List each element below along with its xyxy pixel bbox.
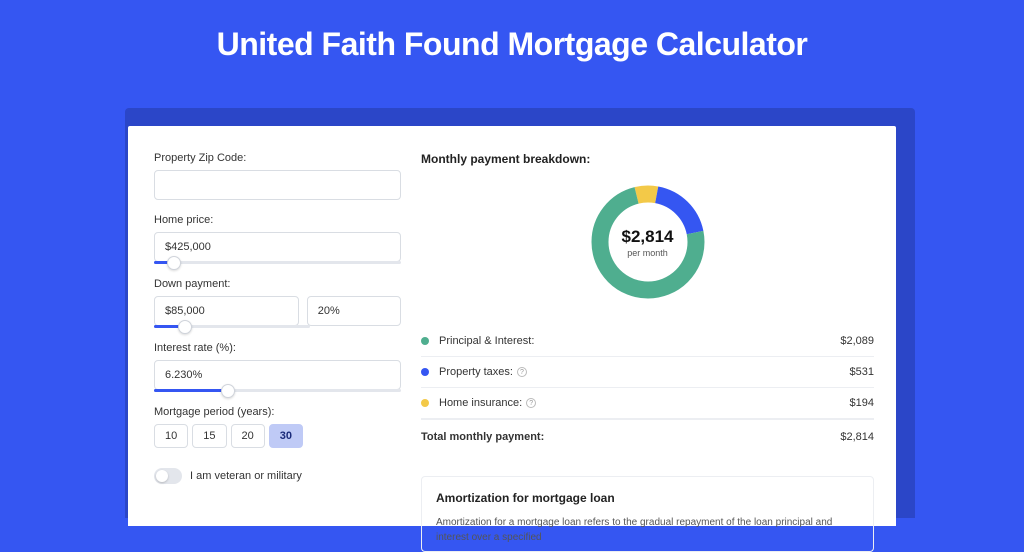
price-input[interactable]	[154, 232, 401, 262]
legend-value: $194	[850, 397, 874, 409]
price-slider[interactable]	[154, 261, 401, 264]
total-label: Total monthly payment:	[421, 431, 840, 443]
amortization-heading: Amortization for mortgage loan	[436, 491, 859, 505]
period-button-10[interactable]: 10	[154, 424, 188, 448]
donut-chart: $2,814 per month	[421, 180, 874, 304]
breakdown-heading: Monthly payment breakdown:	[421, 152, 874, 166]
legend-dot-icon	[421, 399, 429, 407]
down-percent-input[interactable]	[307, 296, 401, 326]
legend-row: Property taxes:?$531	[421, 357, 874, 388]
legend-label: Home insurance:?	[439, 397, 850, 409]
calculator-card: Property Zip Code: Home price: Down paym…	[128, 126, 896, 526]
zip-input[interactable]	[154, 170, 401, 200]
down-slider[interactable]	[154, 325, 310, 328]
slider-thumb[interactable]	[221, 384, 235, 398]
period-button-15[interactable]: 15	[192, 424, 226, 448]
period-label: Mortgage period (years):	[154, 406, 401, 418]
amortization-text: Amortization for a mortgage loan refers …	[436, 515, 859, 545]
page-title: United Faith Found Mortgage Calculator	[0, 0, 1024, 63]
rate-field: Interest rate (%):	[154, 342, 401, 392]
legend-value: $2,089	[840, 335, 874, 347]
down-amount-input[interactable]	[154, 296, 299, 326]
inputs-column: Property Zip Code: Home price: Down paym…	[128, 126, 413, 526]
zip-field: Property Zip Code:	[154, 152, 401, 200]
veteran-label: I am veteran or military	[190, 470, 302, 482]
rate-input[interactable]	[154, 360, 401, 390]
donut-value: $2,814	[622, 227, 674, 247]
down-label: Down payment:	[154, 278, 401, 290]
rate-label: Interest rate (%):	[154, 342, 401, 354]
total-row: Total monthly payment: $2,814	[421, 419, 874, 452]
rate-slider[interactable]	[154, 389, 401, 392]
slider-thumb[interactable]	[167, 256, 181, 270]
period-field: Mortgage period (years): 10152030	[154, 406, 401, 448]
legend-row: Principal & Interest:$2,089	[421, 326, 874, 357]
help-icon[interactable]: ?	[517, 367, 527, 377]
veteran-toggle-row: I am veteran or military	[154, 468, 401, 484]
slider-thumb[interactable]	[178, 320, 192, 334]
period-button-30[interactable]: 30	[269, 424, 303, 448]
down-field: Down payment:	[154, 278, 401, 328]
legend-dot-icon	[421, 368, 429, 376]
legend-label: Principal & Interest:	[439, 335, 840, 347]
breakdown-column: Monthly payment breakdown: $2,814 per mo…	[413, 126, 896, 526]
veteran-toggle[interactable]	[154, 468, 182, 484]
price-label: Home price:	[154, 214, 401, 226]
total-value: $2,814	[840, 431, 874, 443]
price-field: Home price:	[154, 214, 401, 264]
period-button-20[interactable]: 20	[231, 424, 265, 448]
legend-value: $531	[850, 366, 874, 378]
legend-label: Property taxes:?	[439, 366, 850, 378]
zip-label: Property Zip Code:	[154, 152, 401, 164]
donut-subtext: per month	[627, 248, 668, 258]
legend-dot-icon	[421, 337, 429, 345]
amortization-block: Amortization for mortgage loan Amortizat…	[421, 476, 874, 552]
help-icon[interactable]: ?	[526, 398, 536, 408]
legend-row: Home insurance:?$194	[421, 388, 874, 419]
